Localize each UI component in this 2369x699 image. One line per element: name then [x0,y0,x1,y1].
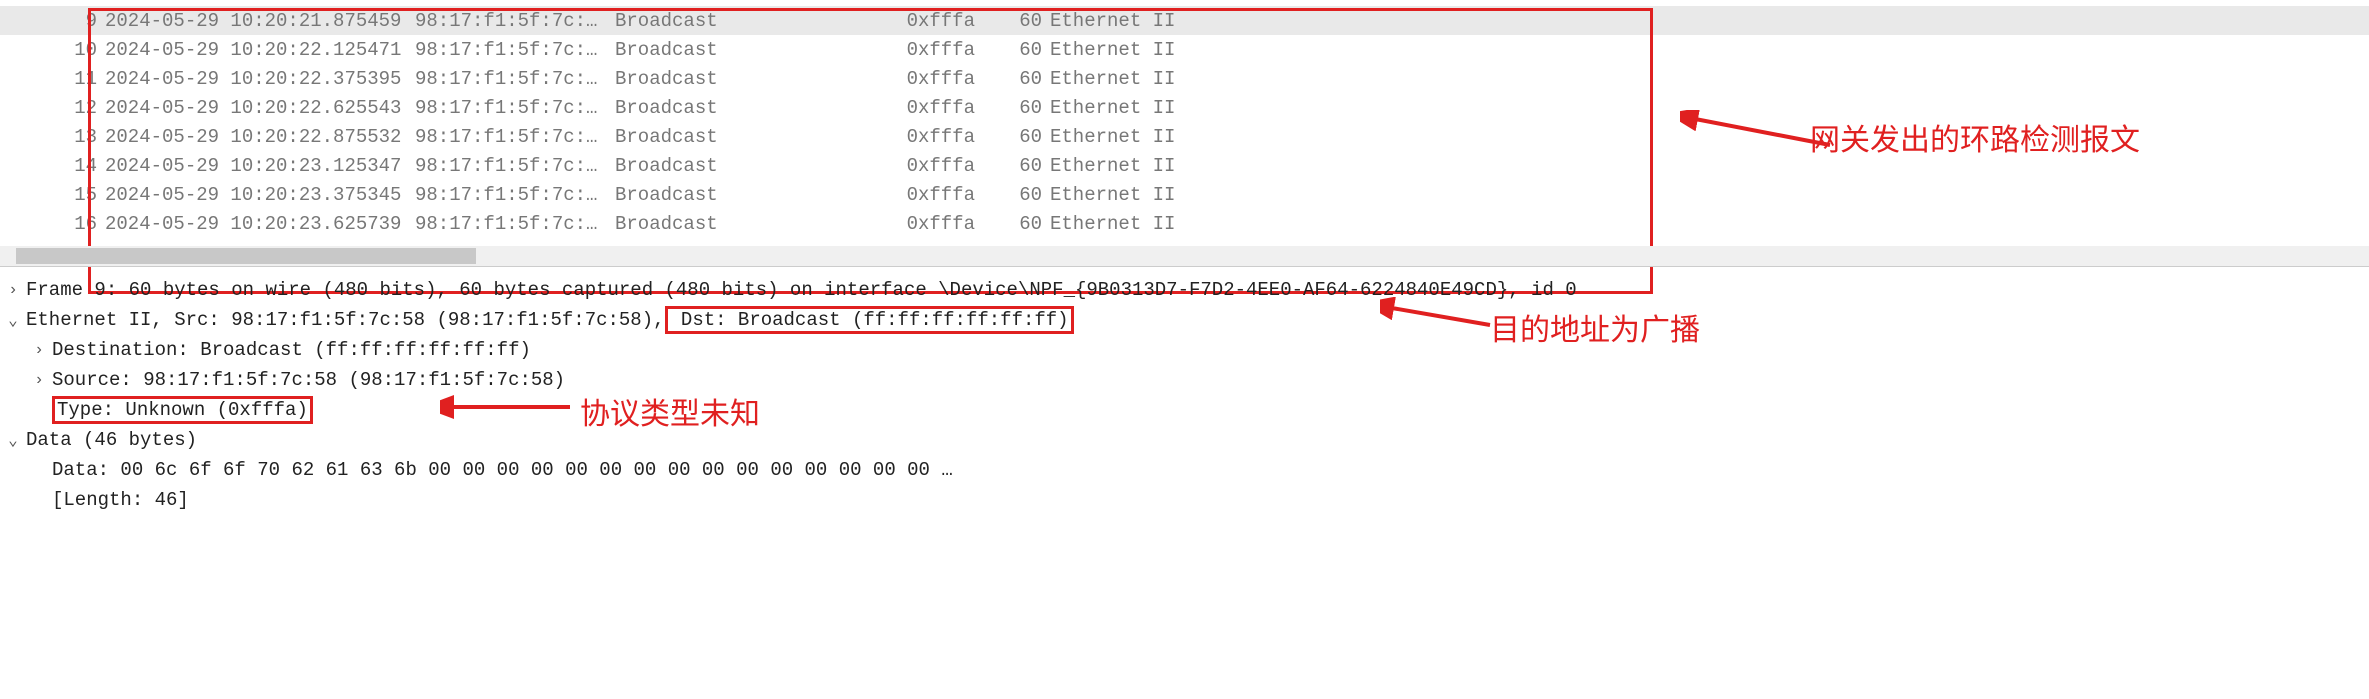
chevron-down-icon[interactable]: ⌄ [0,430,26,450]
cell-proto: 0xfffa [875,10,995,32]
cell-dst: Broadcast [615,184,875,206]
cell-no: 10 [45,39,105,61]
table-row[interactable]: 92024-05-29 10:20:21.87545998:17:f1:5f:7… [0,6,2369,35]
table-row[interactable]: 142024-05-29 10:20:23.12534798:17:f1:5f:… [0,151,2369,180]
cell-no: 15 [45,184,105,206]
tree-destination[interactable]: › Destination: Broadcast (ff:ff:ff:ff:ff… [0,335,2369,365]
cell-no: 14 [45,155,105,177]
cell-time: 2024-05-29 10:20:22.125471 [105,39,415,61]
table-row[interactable]: 112024-05-29 10:20:22.37539598:17:f1:5f:… [0,64,2369,93]
table-row[interactable]: 102024-05-29 10:20:22.12547198:17:f1:5f:… [0,35,2369,64]
highlight-box-type: Type: Unknown (0xfffa) [52,396,313,424]
cell-dst: Broadcast [615,213,875,235]
packet-list: 92024-05-29 10:20:21.87545998:17:f1:5f:7… [0,0,2369,244]
horizontal-scrollbar[interactable] [0,246,2369,266]
table-row[interactable]: 162024-05-29 10:20:23.62573998:17:f1:5f:… [0,209,2369,238]
cell-dst: Broadcast [615,10,875,32]
scrollbar-thumb[interactable] [16,248,476,264]
cell-proto: 0xfffa [875,155,995,177]
cell-info: Ethernet II [1050,213,2369,235]
packet-details: › Frame 9: 60 bytes on wire (480 bits), … [0,266,2369,535]
cell-len: 60 [995,184,1050,206]
cell-len: 60 [995,126,1050,148]
cell-src: 98:17:f1:5f:7c:… [415,126,615,148]
chevron-right-icon[interactable]: › [26,371,52,389]
cell-time: 2024-05-29 10:20:23.375345 [105,184,415,206]
cell-src: 98:17:f1:5f:7c:… [415,213,615,235]
cell-src: 98:17:f1:5f:7c:… [415,97,615,119]
cell-no: 16 [45,213,105,235]
cell-len: 60 [995,213,1050,235]
cell-len: 60 [995,97,1050,119]
chevron-right-icon[interactable]: › [0,281,26,299]
cell-proto: 0xfffa [875,39,995,61]
table-row[interactable]: 122024-05-29 10:20:22.62554398:17:f1:5f:… [0,93,2369,122]
table-row[interactable] [0,238,2369,244]
cell-len: 60 [995,155,1050,177]
cell-time: 2024-05-29 10:20:22.375395 [105,68,415,90]
cell-info: Ethernet II [1050,184,2369,206]
chevron-right-icon[interactable]: › [26,341,52,359]
cell-src: 98:17:f1:5f:7c:… [415,10,615,32]
cell-info: Ethernet II [1050,155,2369,177]
cell-dst: Broadcast [615,97,875,119]
cell-info: Ethernet II [1050,39,2369,61]
table-row[interactable]: 132024-05-29 10:20:22.87553298:17:f1:5f:… [0,122,2369,151]
cell-dst: Broadcast [615,68,875,90]
cell-info: Ethernet II [1050,68,2369,90]
cell-proto: 0xfffa [875,213,995,235]
cell-info: Ethernet II [1050,10,2369,32]
highlight-box-dst: Dst: Broadcast (ff:ff:ff:ff:ff:ff) [665,306,1074,334]
tree-data-hex[interactable]: Data: 00 6c 6f 6f 70 62 61 63 6b 00 00 0… [0,455,2369,485]
cell-dst: Broadcast [615,39,875,61]
cell-no: 11 [45,68,105,90]
cell-proto: 0xfffa [875,97,995,119]
tree-data[interactable]: ⌄ Data (46 bytes) [0,425,2369,455]
tree-frame[interactable]: › Frame 9: 60 bytes on wire (480 bits), … [0,275,2369,305]
cell-no: 12 [45,97,105,119]
cell-time: 2024-05-29 10:20:23.625739 [105,213,415,235]
cell-len: 60 [995,68,1050,90]
cell-no: 13 [45,126,105,148]
chevron-down-icon[interactable]: ⌄ [0,310,26,330]
cell-len: 60 [995,39,1050,61]
cell-src: 98:17:f1:5f:7c:… [415,39,615,61]
cell-proto: 0xfffa [875,68,995,90]
cell-dst: Broadcast [615,126,875,148]
tree-type[interactable]: Type: Unknown (0xfffa) [0,395,2369,425]
cell-proto: 0xfffa [875,184,995,206]
tree-ethernet[interactable]: ⌄ Ethernet II, Src: 98:17:f1:5f:7c:58 (9… [0,305,2369,335]
cell-src: 98:17:f1:5f:7c:… [415,155,615,177]
cell-src: 98:17:f1:5f:7c:… [415,68,615,90]
cell-len: 60 [995,10,1050,32]
cell-proto: 0xfffa [875,126,995,148]
cell-time: 2024-05-29 10:20:22.875532 [105,126,415,148]
cell-time: 2024-05-29 10:20:23.125347 [105,155,415,177]
cell-src: 98:17:f1:5f:7c:… [415,184,615,206]
tree-data-length[interactable]: [Length: 46] [0,485,2369,515]
cell-no: 9 [45,10,105,32]
cell-info: Ethernet II [1050,126,2369,148]
cell-time: 2024-05-29 10:20:22.625543 [105,97,415,119]
cell-dst: Broadcast [615,155,875,177]
cell-info: Ethernet II [1050,97,2369,119]
cell-time: 2024-05-29 10:20:21.875459 [105,10,415,32]
tree-source[interactable]: › Source: 98:17:f1:5f:7c:58 (98:17:f1:5f… [0,365,2369,395]
table-row[interactable]: 152024-05-29 10:20:23.37534598:17:f1:5f:… [0,180,2369,209]
